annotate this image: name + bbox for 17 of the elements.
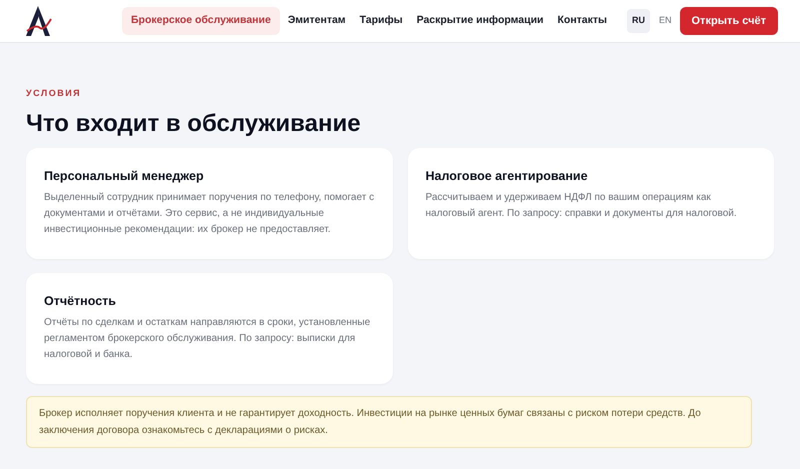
language-option[interactable]: EN [654, 9, 677, 33]
nav-link[interactable]: Тарифы [354, 7, 409, 35]
section-eyebrow: УСЛОВИЯ [26, 87, 82, 100]
card-text: Рассчитываем и удерживаем НДФЛ по вашим операциям как налоговый агент. По запросу: справки и документы для налоговой. [426, 190, 738, 220]
card-title: Персональный менеджер [44, 168, 205, 184]
language-option[interactable]: RU [627, 9, 650, 33]
card-text: Выделенный сотрудник принимает поручения по телефону, помогает с документами и отчётами. Это сервис, а не индивидуальные инвестиционные рекомендации: их брокер не предоставляет. [44, 190, 374, 236]
open-account-button[interactable]: Открыть счёт [680, 7, 778, 35]
section-title: Что входит в обслуживание [26, 108, 362, 138]
nav-link[interactable]: Брокерское обслуживание [122, 7, 280, 35]
card-text: Отчёты по сделкам и остаткам направляются в сроки, установленные регламентом брокерского обслуживания. По запросу: выписки для налоговой и банка. [44, 316, 372, 362]
nav-link[interactable]: Контакты [552, 7, 614, 35]
nav-link[interactable]: Эмитентам [282, 7, 352, 35]
card-title: Налоговое агентирование [426, 168, 589, 184]
risk-notice: Брокер исполняет поручения клиента и не гарантирует доходность. Инвестиции на рынке ценных бумаг связаны с риском потери средств. До заключения договора ознакомьтесь с декларациями о рисках. [26, 396, 752, 448]
card-title: Отчётность [44, 292, 117, 308]
nav-link[interactable]: Раскрытие информации [410, 7, 550, 35]
